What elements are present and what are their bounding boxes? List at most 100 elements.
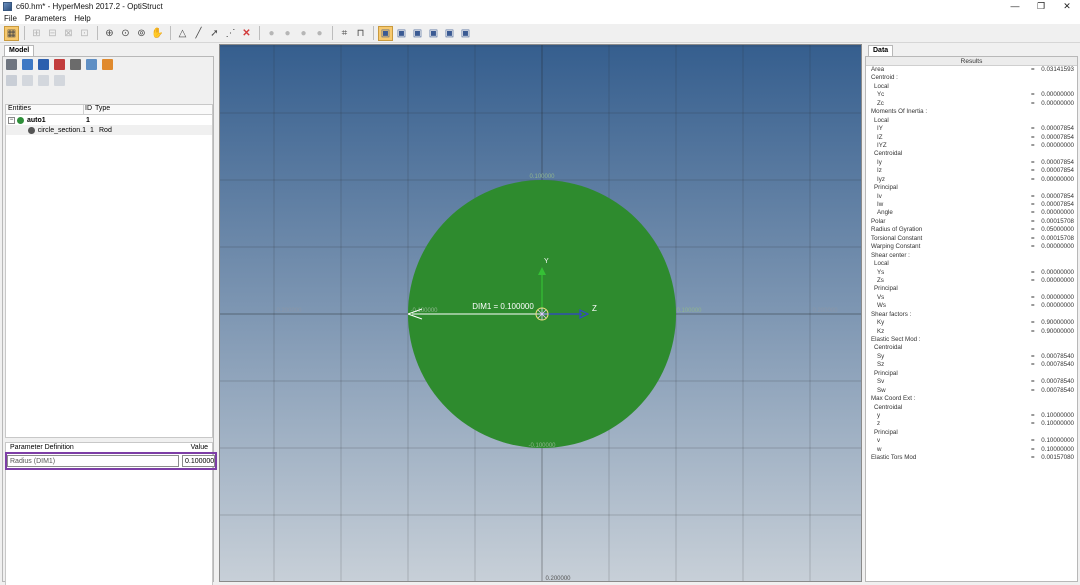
equals-sign: =: [1031, 167, 1035, 175]
circle-2-icon[interactable]: ●: [280, 26, 295, 41]
radius-parameter-label: Radius (DIM1): [7, 455, 179, 467]
tick-label-bottom-inner: -0.100000: [528, 443, 556, 449]
result-label: Iw: [877, 201, 884, 208]
select-arrow-icon[interactable]: ➚: [207, 26, 222, 41]
zoom-fit-icon[interactable]: ⊚: [134, 26, 149, 41]
result-label: Local: [874, 116, 889, 124]
results-row: Shear center :: [866, 252, 1077, 260]
view-3-icon[interactable]: ▣: [410, 26, 425, 41]
entity-name: circle_section.1: [37, 126, 86, 134]
section-props-icon[interactable]: [70, 59, 81, 70]
zoom-window-icon[interactable]: ⊙: [118, 26, 133, 41]
result-label: Vs: [877, 293, 885, 301]
grid-icon[interactable]: ▦: [4, 25, 19, 41]
equals-sign: =: [1031, 302, 1035, 310]
result-label: Shear center :: [871, 251, 910, 259]
result-label: Area: [871, 66, 885, 73]
equals-sign: =: [1031, 454, 1035, 462]
solid-view-icon[interactable]: [6, 59, 17, 70]
results-row: IZ = 0.00007854: [866, 134, 1077, 142]
result-label: Local: [874, 260, 889, 268]
export-icon[interactable]: [86, 59, 97, 70]
disabled-tool-3-icon[interactable]: [38, 75, 49, 86]
disabled-tool-4-icon[interactable]: [54, 75, 65, 86]
shaded-icon[interactable]: [38, 59, 49, 70]
result-label: Principal: [874, 285, 898, 293]
result-value: 0.00078540: [1041, 378, 1074, 386]
disabled-tool-1-icon[interactable]: [6, 75, 17, 86]
circle-3-icon[interactable]: ●: [296, 26, 311, 41]
section-icon[interactable]: ⊓: [353, 26, 368, 41]
entities-browser: Entities ID Type − auto1 1 circle_sectio…: [5, 104, 213, 438]
hatch-icon[interactable]: ⌗: [337, 26, 352, 41]
surface-icon[interactable]: ⊠: [61, 26, 76, 41]
mesh-view-icon[interactable]: [22, 59, 33, 70]
menu-parameters[interactable]: Parameters: [25, 14, 66, 23]
viewport-canvas[interactable]: 0.100000 -0.100000 -0.200000 -0.100000 0…: [220, 45, 862, 582]
line-icon[interactable]: ⊟: [45, 26, 60, 41]
result-value: 0.00000000: [1041, 99, 1074, 107]
equals-sign: =: [1031, 276, 1035, 284]
equals-sign: =: [1031, 226, 1035, 234]
id-column-header[interactable]: ID: [84, 105, 94, 114]
result-label: Warping Constant: [871, 243, 921, 251]
result-value: 0.00000000: [1041, 243, 1074, 251]
view-6-icon[interactable]: ▣: [458, 26, 473, 41]
result-value: 0.00000000: [1041, 175, 1074, 183]
result-label: Principal: [874, 369, 898, 377]
equals-sign: =: [1031, 361, 1035, 369]
disabled-tool-2-icon[interactable]: [22, 75, 33, 86]
pan-icon[interactable]: ✋: [150, 26, 165, 41]
results-row: Local: [866, 83, 1077, 91]
results-row: Ky = 0.90000000: [866, 319, 1077, 327]
solid-icon[interactable]: ⊡: [77, 26, 92, 41]
calculator-icon[interactable]: [54, 59, 65, 70]
toolbar-separator: [24, 26, 25, 40]
result-label: Max Coord Ext :: [871, 395, 916, 403]
radius-value-field[interactable]: 0.100000: [182, 455, 215, 467]
equals-sign: =: [1031, 327, 1035, 335]
line-draw-icon[interactable]: ╱: [191, 26, 206, 41]
polyline-icon[interactable]: △: [175, 26, 190, 41]
restore-button[interactable]: ❐: [1028, 0, 1054, 13]
entity-row-circle-section[interactable]: circle_section.1 1 Rod: [6, 125, 212, 135]
minimize-button[interactable]: —: [1002, 0, 1028, 13]
results-icon[interactable]: [102, 59, 113, 70]
entities-column-header[interactable]: Entities: [6, 105, 84, 114]
equals-sign: =: [1031, 99, 1035, 107]
type-column-header[interactable]: Type: [94, 105, 110, 114]
view-5-icon[interactable]: ▣: [442, 26, 457, 41]
results-row: Principal: [866, 285, 1077, 293]
section-icon: [28, 126, 35, 134]
point-icon[interactable]: ⋰: [223, 26, 238, 41]
equals-sign: =: [1031, 66, 1035, 73]
equals-sign: =: [1031, 293, 1035, 301]
results-row: v = 0.10000000: [866, 437, 1077, 445]
view-2-icon[interactable]: ▣: [394, 26, 409, 41]
results-row: Angle = 0.00000000: [866, 209, 1077, 217]
view-4-icon[interactable]: ▣: [426, 26, 441, 41]
tick-label-left-inner: -0.100000: [410, 308, 438, 314]
results-row: Vs = 0.00000000: [866, 294, 1077, 302]
menu-file[interactable]: File: [4, 14, 17, 23]
dimension-label: DIM1 = 0.100000: [472, 302, 534, 311]
circle-1-icon[interactable]: ●: [264, 26, 279, 41]
zoom-in-icon[interactable]: ⊕: [102, 26, 117, 41]
toolbar-separator: [259, 26, 260, 40]
result-value: 0.00078540: [1041, 386, 1074, 394]
circle-4-icon[interactable]: ●: [312, 26, 327, 41]
result-label: Iz: [877, 167, 882, 175]
delete-icon[interactable]: ✕: [239, 26, 254, 41]
collapse-icon[interactable]: −: [8, 116, 15, 124]
result-label: Ws: [877, 302, 886, 310]
equals-sign: =: [1031, 386, 1035, 394]
node-add-icon[interactable]: ⊞: [29, 26, 44, 41]
result-value: 0.00078540: [1041, 361, 1074, 369]
equals-sign: =: [1031, 352, 1035, 360]
menu-help[interactable]: Help: [74, 14, 90, 23]
view-1-icon[interactable]: ▣: [378, 25, 393, 41]
close-button[interactable]: ✕: [1054, 0, 1080, 13]
graphics-viewport[interactable]: 0.100000 -0.100000 -0.200000 -0.100000 0…: [219, 44, 862, 582]
entity-row-auto1[interactable]: − auto1 1: [6, 115, 212, 125]
toolbar-separator: [97, 26, 98, 40]
